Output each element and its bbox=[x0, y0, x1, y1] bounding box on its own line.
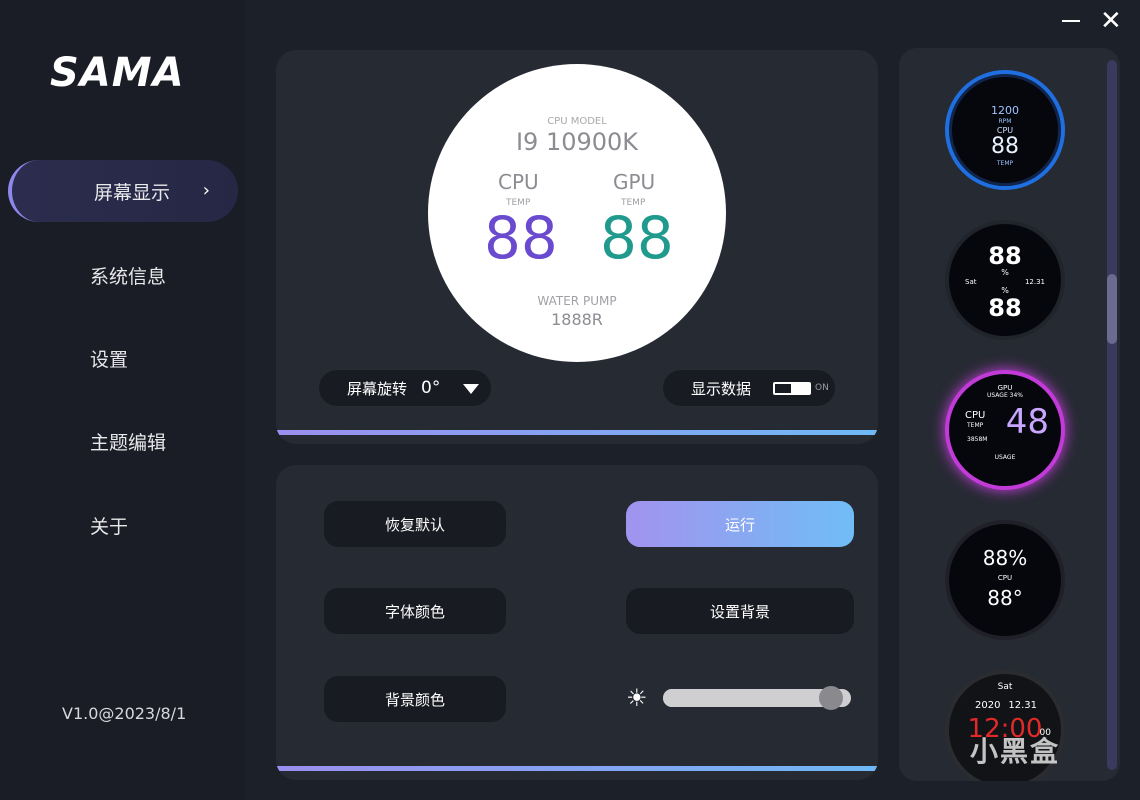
theme-text: 3858M bbox=[967, 436, 988, 443]
close-button[interactable]: ✕ bbox=[1100, 8, 1122, 34]
water-pump-value: 1888R bbox=[551, 310, 603, 329]
show-data-label: 显示数据 bbox=[691, 379, 752, 398]
theme-thumbnail-2[interactable]: 88 % Sat 12.31 % 88 bbox=[945, 220, 1065, 340]
font-color-button[interactable]: 字体颜色 bbox=[324, 588, 506, 634]
caret-down-icon bbox=[463, 384, 479, 394]
sidebar-item-label: 关于 bbox=[90, 515, 129, 538]
minimize-button[interactable] bbox=[1062, 20, 1080, 22]
scrollbar-thumb[interactable] bbox=[1107, 274, 1117, 344]
cpu-model-value: I9 10900K bbox=[515, 128, 639, 156]
accent-bar bbox=[276, 766, 878, 771]
theme-text: % bbox=[1001, 268, 1009, 277]
brightness-icon: ☀ bbox=[626, 684, 648, 712]
sidebar-item-settings[interactable]: 设置 bbox=[8, 327, 238, 389]
sidebar-item-label: 设置 bbox=[90, 348, 129, 371]
theme-text: 88 bbox=[991, 134, 1019, 159]
theme-text: 1200 bbox=[991, 104, 1019, 117]
restore-default-button[interactable]: 恢复默认 bbox=[324, 501, 506, 547]
water-pump-label: WATER PUMP bbox=[537, 294, 617, 308]
theme-text: USAGE 34% bbox=[987, 392, 1023, 399]
theme-thumbnail-3[interactable]: GPU USAGE 34% CPU TEMP 48 3858M USAGE bbox=[945, 370, 1065, 490]
preview-panel: CPU MODEL I9 10900K CPU GPU TEMP TEMP 88… bbox=[276, 50, 878, 444]
screen-rotation-select[interactable]: 屏幕旋转 0° bbox=[319, 370, 491, 406]
screen-rotation-label: 屏幕旋转 bbox=[347, 379, 408, 398]
actions-panel: 恢复默认 运行 字体颜色 设置背景 背景颜色 ☀ bbox=[276, 465, 878, 780]
sidebar: SAMA 屏幕显示 › 系统信息 设置 主题编辑 关于 V1.0@2023/8/… bbox=[0, 0, 246, 800]
screen-rotation-value: 0° bbox=[421, 378, 441, 398]
theme-text: 12.31 bbox=[1024, 278, 1045, 286]
theme-text: GPU bbox=[997, 384, 1013, 392]
theme-text: 88 bbox=[988, 294, 1022, 322]
watermark-logo: 小黑盒 bbox=[970, 735, 1061, 768]
brightness-slider-handle[interactable] bbox=[819, 686, 843, 710]
theme-text: 12.31 bbox=[1008, 700, 1037, 711]
theme-text: CPU bbox=[997, 574, 1013, 582]
accent-bar bbox=[276, 430, 878, 435]
sidebar-item-label: 系统信息 bbox=[90, 265, 167, 288]
gpu-label: GPU bbox=[613, 170, 656, 194]
theme-text: USAGE bbox=[994, 454, 1016, 461]
theme-scrollbar[interactable] bbox=[1107, 60, 1117, 770]
theme-thumbnail-4[interactable]: 88% CPU 88° bbox=[945, 520, 1065, 640]
run-button[interactable]: 运行 bbox=[626, 501, 854, 547]
theme-text: Sat bbox=[997, 682, 1013, 692]
cpu-model-label: CPU MODEL bbox=[547, 116, 607, 127]
sidebar-item-screen-display[interactable]: 屏幕显示 › bbox=[8, 160, 238, 222]
chevron-right-icon: › bbox=[202, 180, 210, 201]
close-icon: ✕ bbox=[1100, 6, 1122, 36]
toggle-knob bbox=[775, 384, 791, 393]
version-label: V1.0@2023/8/1 bbox=[62, 704, 187, 723]
toggle-state-label: ON bbox=[815, 383, 829, 393]
theme-text: 88% bbox=[982, 546, 1028, 570]
background-color-button[interactable]: 背景颜色 bbox=[324, 676, 506, 722]
set-background-button[interactable]: 设置背景 bbox=[626, 588, 854, 634]
gpu-temp-value: 88 bbox=[600, 204, 674, 272]
theme-thumbnail-1[interactable]: 1200 RPM CPU 88 TEMP bbox=[945, 70, 1065, 190]
theme-text: 88° bbox=[987, 586, 1023, 610]
sidebar-item-theme-edit[interactable]: 主题编辑 bbox=[8, 410, 238, 472]
show-data-control: 显示数据 ON bbox=[663, 370, 835, 406]
screen-preview: CPU MODEL I9 10900K CPU GPU TEMP TEMP 88… bbox=[428, 64, 726, 362]
sidebar-item-label: 屏幕显示 bbox=[94, 181, 171, 204]
sidebar-item-system-info[interactable]: 系统信息 bbox=[8, 244, 238, 306]
sidebar-item-about[interactable]: 关于 bbox=[8, 494, 238, 556]
sidebar-item-label: 主题编辑 bbox=[90, 431, 167, 454]
cpu-temp-value: 88 bbox=[484, 204, 558, 272]
theme-text: TEMP bbox=[996, 160, 1014, 167]
app-logo: SAMA bbox=[50, 50, 185, 96]
theme-list: 1200 RPM CPU 88 TEMP 88 % Sat 12.31 % 88… bbox=[899, 48, 1120, 781]
brightness-slider[interactable] bbox=[663, 686, 851, 710]
theme-text: RPM bbox=[998, 118, 1012, 125]
show-data-toggle[interactable] bbox=[773, 382, 811, 395]
theme-text: 88 bbox=[988, 242, 1022, 270]
brightness-slider-fill bbox=[663, 689, 831, 707]
cpu-label: CPU bbox=[498, 170, 539, 194]
